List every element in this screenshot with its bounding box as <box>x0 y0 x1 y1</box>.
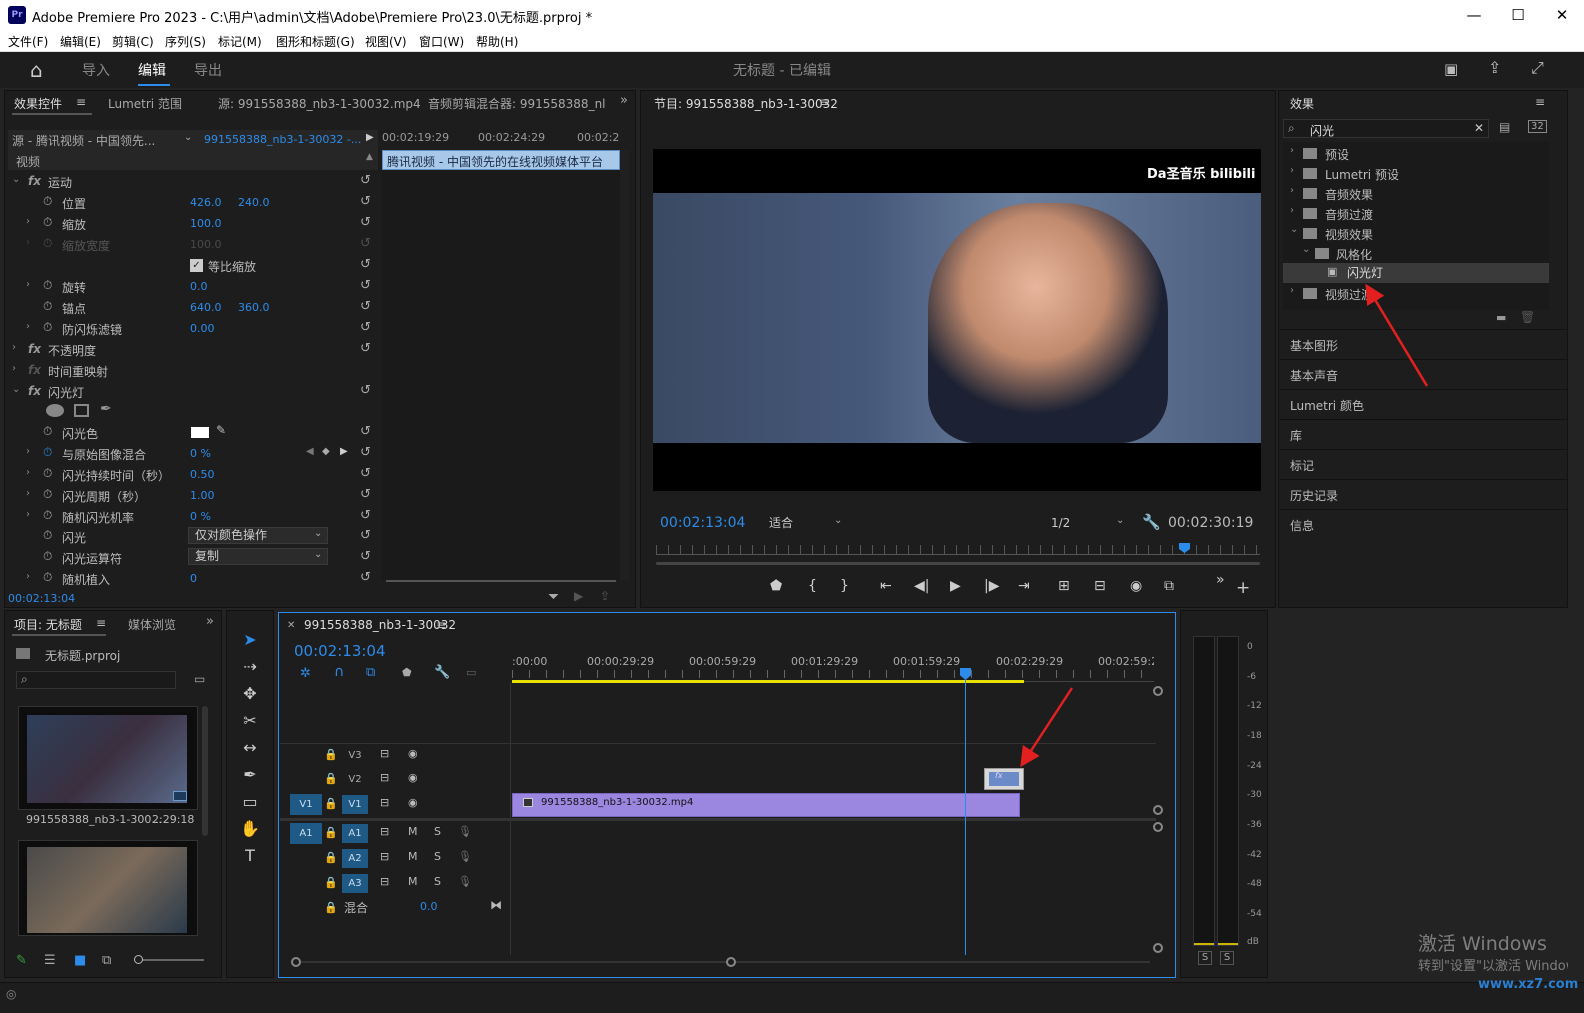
annotation-arrow-effect <box>1365 283 1429 387</box>
annotation-arrow-clip <box>1020 687 1074 768</box>
annotation-arrows <box>1020 283 1429 768</box>
